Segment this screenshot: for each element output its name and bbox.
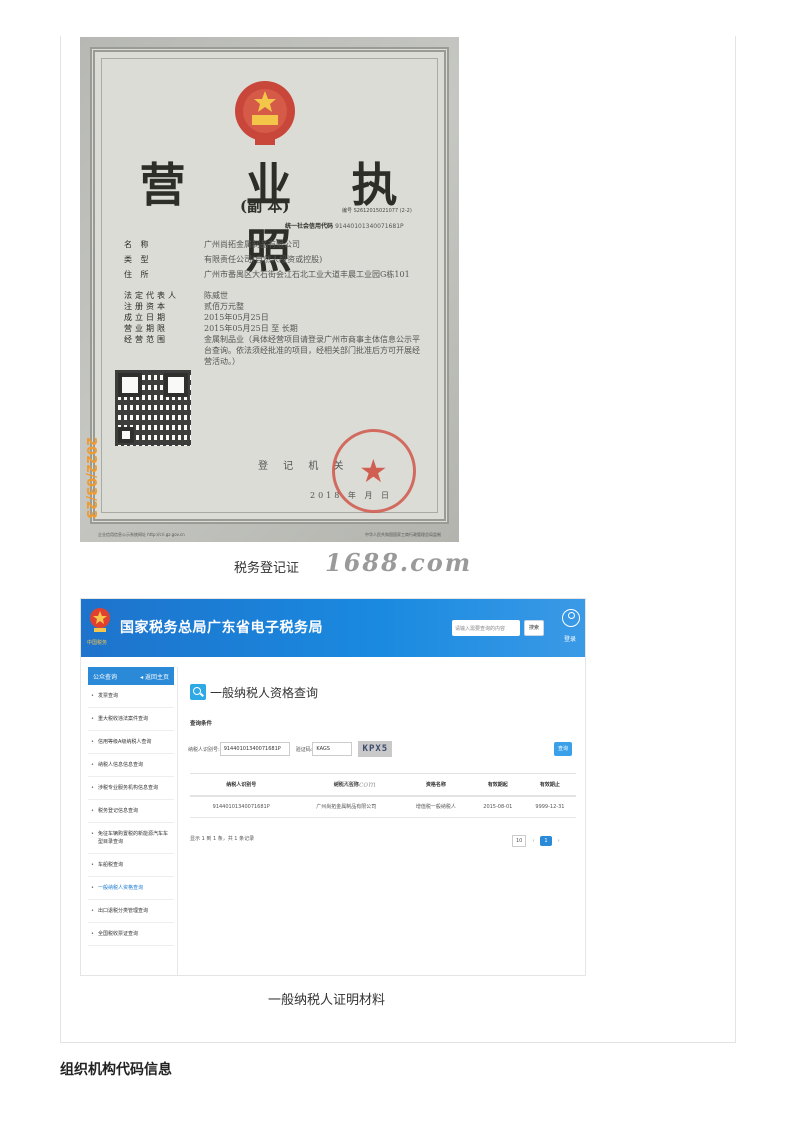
- caption-general-taxpayer: 一般纳税人证明材料: [268, 993, 386, 1008]
- portal-sidebar: 公众查询 ◂ 返回主页 发票查询 重大税收违法案件查询 信用等级A级纳税人查询 …: [88, 667, 174, 975]
- portal-search-input[interactable]: 请输入需要查询的内容: [452, 620, 520, 636]
- watermark: 1688.com: [325, 548, 473, 577]
- query-conditions-label: 查询条件: [190, 721, 213, 727]
- column-header[interactable]: 有效期起: [471, 773, 524, 797]
- license-footer: 企业信用信息公示系统网址 http://cri.gz.gov.cn 中华人民共和…: [98, 532, 441, 537]
- license-field: 营业期限 2015年05月25日 至 长期: [124, 324, 298, 333]
- business-license-image: 营 业 执 照 (副 本) 编号 S2612015021077 (2-2) 统一…: [80, 37, 459, 542]
- national-emblem-icon: [235, 81, 295, 145]
- page-current-button[interactable]: 1: [540, 836, 552, 846]
- query-row: 纳税人识别号: 91440101340071681P 验证码: KAGS KPX…: [188, 741, 393, 757]
- table-row: 91440101340071681P 广州尚拓金属制品有限公司 增值税一般纳税人…: [190, 795, 576, 818]
- column-header[interactable]: 资格名称: [400, 773, 472, 797]
- license-subtitle: (副 本): [240, 197, 290, 215]
- search-icon: [190, 684, 206, 700]
- sidebar-item[interactable]: 免征车辆购置税的新能源汽车车型目录查询: [88, 823, 174, 854]
- license-field: 名 称广州尚拓金属制品有限公司: [124, 240, 300, 249]
- sidebar-item[interactable]: 车船税查询: [88, 854, 174, 877]
- login-link[interactable]: 登录: [564, 634, 576, 643]
- page-next-button[interactable]: ›: [556, 836, 562, 846]
- taxpayer-id-input[interactable]: 91440101340071681P: [219, 742, 290, 756]
- query-button[interactable]: 查询: [554, 742, 572, 756]
- column-header[interactable]: 纳税人识别号: [190, 773, 293, 797]
- back-home-link[interactable]: ◂ 返回主页: [140, 672, 169, 681]
- user-icon[interactable]: [562, 609, 580, 627]
- sidebar-item[interactable]: 税务登记信息查询: [88, 800, 174, 823]
- qr-code-icon: [115, 370, 191, 446]
- license-field: 注册资本 贰佰万元整: [124, 302, 244, 311]
- license-field: 经营范围 金属制品业（具体经营项目请登录广州市商事主体信息公示平台查询。依法须经批…: [124, 335, 420, 366]
- sidebar-item[interactable]: 涉税专业服务机构信息查询: [88, 777, 174, 800]
- pagination: 10 ‹ 1 ›: [512, 835, 562, 847]
- pagination-info: 显示 1 到 1 条，共 1 条记录: [190, 836, 255, 842]
- sidebar-item-active[interactable]: 一般纳税人资格查询: [88, 877, 174, 900]
- portal-main: 一般纳税人资格查询 查询条件 纳税人识别号: 91440101340071681…: [177, 667, 581, 975]
- tax-logo-icon: [90, 608, 110, 632]
- license-fields: 名 称广州尚拓金属制品有限公司 类 型有限责任公司(自然人投资或控股) 住 所广…: [124, 239, 424, 371]
- sidebar-item[interactable]: 重大税收违法案件查询: [88, 708, 174, 731]
- license-field: 住 所广州市番禺区大石街会江石北工业大道丰晨工业园G栋101: [124, 270, 410, 279]
- sidebar-item[interactable]: 发票查询: [88, 685, 174, 708]
- page-prev-button[interactable]: ‹: [530, 836, 536, 846]
- sidebar-item[interactable]: 纳税人信息信息查询: [88, 754, 174, 777]
- column-header[interactable]: 有效期止: [523, 773, 576, 797]
- sidebar-header: 公众查询 ◂ 返回主页: [88, 667, 174, 685]
- license-date: 2018 年 月 日: [310, 491, 392, 500]
- license-field: 成立日期 2015年05月25日: [124, 313, 269, 322]
- license-uscc: 统一社会信用代码 91440101340071681P: [285, 223, 404, 230]
- tax-logo-text: 中国税务: [87, 640, 108, 646]
- sidebar-item[interactable]: 全国税收票证查询: [88, 923, 174, 946]
- photo-date-stamp: 2022/03/23: [83, 437, 98, 519]
- portal-title: 国家税务总局广东省电子税务局: [120, 620, 323, 636]
- caption-tax-registration: 税务登记证: [234, 561, 300, 576]
- sidebar-item[interactable]: 出口退税分类管理查询: [88, 900, 174, 923]
- tax-portal-screenshot: 中国税务 国家税务总局广东省电子税务局 请输入需要查询的内容 搜索 登录 公众查…: [80, 598, 586, 976]
- portal-header: 中国税务 国家税务总局广东省电子税务局 请输入需要查询的内容 搜索 登录: [81, 599, 585, 657]
- page-title: 一般纳税人资格查询: [210, 686, 319, 700]
- section-title: 组织机构代码信息: [60, 1062, 172, 1078]
- license-reg-no: 编号 S2612015021077 (2-2): [342, 208, 412, 214]
- sidebar-item[interactable]: 信用等级A级纳税人查询: [88, 731, 174, 754]
- license-field: 法定代表人 陈威世: [124, 291, 228, 300]
- portal-search-button[interactable]: 搜索: [524, 620, 544, 636]
- captcha-image[interactable]: KPX5: [358, 741, 393, 757]
- table-watermark: 1688.com: [336, 780, 376, 789]
- license-field: 类 型有限责任公司(自然人投资或控股): [124, 255, 323, 264]
- page-size-select[interactable]: 10: [512, 835, 527, 847]
- captcha-input[interactable]: KAGS: [312, 742, 353, 756]
- result-table: 纳税人识别号 纳税人名称 资格名称 有效期起 有效期止 914401013400…: [190, 773, 576, 818]
